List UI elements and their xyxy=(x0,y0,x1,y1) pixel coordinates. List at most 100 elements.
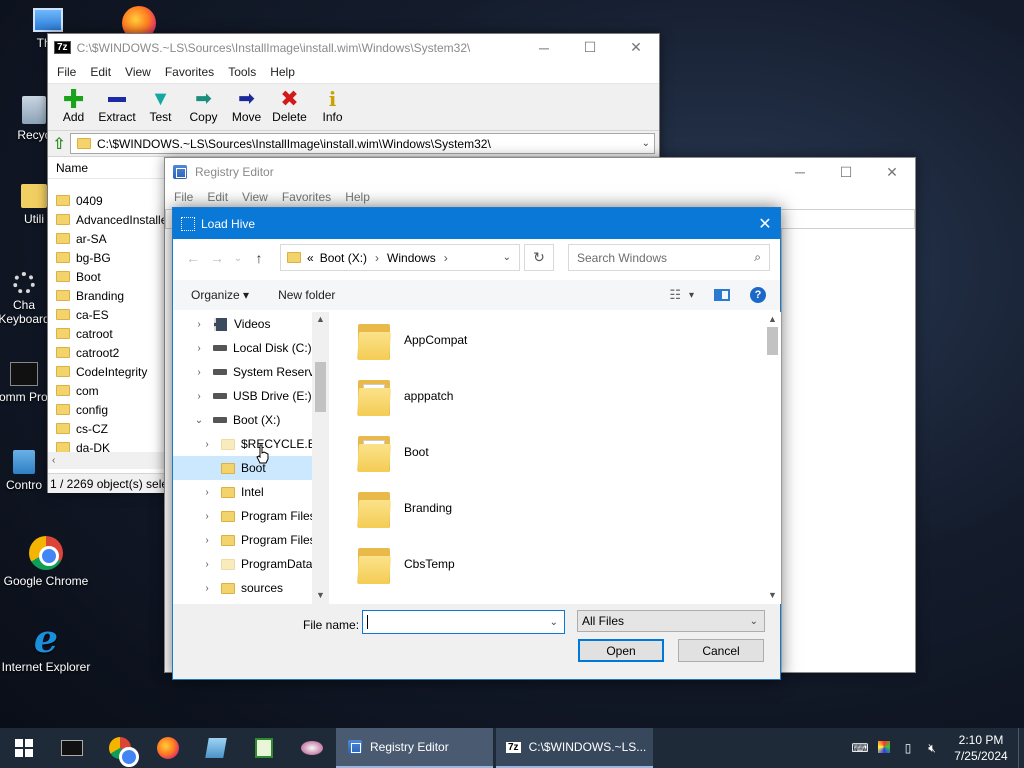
minimize-button[interactable]: ─ xyxy=(521,34,567,61)
chevron-down-icon[interactable]: ▾ xyxy=(689,290,694,301)
tree-item[interactable]: › System Reserved xyxy=(173,360,328,384)
list-item[interactable]: config xyxy=(48,400,165,419)
breadcrumb-separator-icon[interactable]: › xyxy=(444,251,448,265)
list-item[interactable]: cs-CZ xyxy=(48,419,165,438)
tree-item[interactable]: › Program Files xyxy=(173,504,328,528)
chevron-down-icon[interactable]: ⌄ xyxy=(503,252,511,263)
chevron-right-icon[interactable]: › xyxy=(191,319,207,330)
scroll-thumb[interactable] xyxy=(315,362,326,412)
file-type-select[interactable]: All Files ⌄ xyxy=(577,610,765,632)
list-item[interactable]: ca-ES xyxy=(48,305,165,324)
usb-icon[interactable]: ▯ xyxy=(896,741,920,755)
speaker-muted-icon[interactable]: 🔇︎ xyxy=(920,741,944,756)
up-arrow-icon[interactable]: ↑ xyxy=(247,250,271,266)
back-arrow-icon[interactable]: ← xyxy=(181,250,205,266)
chevron-down-icon[interactable]: ▼ xyxy=(312,590,329,600)
list-item[interactable]: CbsTemp xyxy=(348,536,768,592)
nav-scrollbar[interactable]: ▲ ▼ xyxy=(312,312,329,604)
copy-button[interactable]: ➡ Copy xyxy=(182,84,225,124)
regedit-titlebar[interactable]: Registry Editor ─ ☐ ✕ xyxy=(165,158,915,186)
taskbar-sevenzip[interactable]: 7z C:\$WINDOWS.~LS... xyxy=(496,728,653,768)
tree-item[interactable]: › Videos xyxy=(173,312,328,336)
add-button[interactable]: ✚ Add xyxy=(52,84,95,124)
color-display-icon[interactable] xyxy=(872,740,896,756)
taskbar-task-manager[interactable] xyxy=(240,728,288,768)
view-options-icon[interactable]: ☷ xyxy=(669,287,681,303)
menu-tools[interactable]: Tools xyxy=(221,65,263,79)
taskbar-registry-editor[interactable]: Registry Editor xyxy=(336,728,493,768)
up-folder-icon[interactable]: ⇧ xyxy=(48,134,70,154)
breadcrumb-overflow[interactable]: « xyxy=(307,251,314,265)
tree-item[interactable]: › Local Disk (C:) xyxy=(173,336,328,360)
menu-edit[interactable]: Edit xyxy=(83,65,118,79)
chevron-down-icon[interactable]: ⌄ xyxy=(550,617,558,628)
list-item[interactable]: com xyxy=(48,381,165,400)
breadcrumb[interactable]: « Boot (X:) › Windows › ⌄ xyxy=(280,244,520,271)
desktop-icon-internet-explorer[interactable]: e Internet Explorer xyxy=(0,620,92,675)
list-item[interactable]: Branding xyxy=(48,286,165,305)
breadcrumb-windows[interactable]: Windows xyxy=(387,251,436,265)
list-item[interactable]: catroot2 xyxy=(48,343,165,362)
chevron-right-icon[interactable]: › xyxy=(191,367,207,378)
list-item[interactable]: apppatch xyxy=(348,368,768,424)
menu-file[interactable]: File xyxy=(50,65,83,79)
test-button[interactable]: ▼ Test xyxy=(139,84,182,124)
chevron-up-icon[interactable]: ▲ xyxy=(764,314,781,324)
chevron-down-icon[interactable]: ▼ xyxy=(764,590,781,600)
menu-view[interactable]: View xyxy=(118,65,158,79)
sevenzip-titlebar[interactable]: 7z C:\$WINDOWS.~LS\Sources\InstallImage\… xyxy=(48,34,659,61)
new-folder-button[interactable]: New folder xyxy=(269,288,344,302)
tree-item[interactable]: Boot xyxy=(173,456,328,480)
scroll-thumb[interactable] xyxy=(767,327,778,355)
tree-item[interactable]: › ProgramData xyxy=(173,552,328,576)
menu-help[interactable]: Help xyxy=(338,190,377,204)
menu-help[interactable]: Help xyxy=(263,65,302,79)
list-item[interactable]: AdvancedInstallers xyxy=(48,210,165,229)
menu-favorites[interactable]: Favorites xyxy=(158,65,221,79)
menu-file[interactable]: File xyxy=(167,190,200,204)
chevron-right-icon[interactable]: › xyxy=(199,511,215,522)
dialog-titlebar[interactable]: Load Hive ✕ xyxy=(173,208,780,239)
horizontal-scrollbar[interactable]: ‹ xyxy=(48,452,165,469)
taskbar-disk-tool[interactable] xyxy=(288,728,336,768)
chevron-right-icon[interactable]: › xyxy=(191,343,207,354)
file-list-scrollbar[interactable]: ▲ ▼ xyxy=(764,312,781,604)
tree-item[interactable]: ⌄ Boot (X:) xyxy=(173,408,328,432)
delete-button[interactable]: ✖ Delete xyxy=(268,84,311,125)
info-button[interactable]: i Info xyxy=(311,84,354,124)
chevron-right-icon[interactable]: › xyxy=(191,391,207,402)
chevron-down-icon[interactable]: ⌄ xyxy=(191,415,207,426)
close-button[interactable]: ✕ xyxy=(750,214,780,234)
tree-item[interactable]: › $RECYCLE.BIN xyxy=(173,432,328,456)
cancel-button[interactable]: Cancel xyxy=(678,639,764,662)
list-item[interactable]: Boot xyxy=(348,424,768,480)
close-button[interactable]: ✕ xyxy=(869,159,915,186)
chevron-right-icon[interactable]: › xyxy=(199,487,215,498)
taskbar-command-prompt[interactable] xyxy=(48,728,96,768)
tree-item[interactable]: › USB Drive (E:) xyxy=(173,384,328,408)
close-button[interactable]: ✕ xyxy=(613,34,659,61)
breadcrumb-separator-icon[interactable]: › xyxy=(375,251,379,265)
preview-pane-icon[interactable] xyxy=(714,289,730,301)
tree-item[interactable]: › sources xyxy=(173,576,328,600)
maximize-button[interactable]: ☐ xyxy=(823,159,869,186)
recent-chevron-icon[interactable]: ⌄ xyxy=(229,253,247,264)
taskbar-chrome[interactable] xyxy=(96,728,144,768)
maximize-button[interactable]: ☐ xyxy=(567,34,613,61)
list-item[interactable]: AppCompat xyxy=(348,312,768,368)
list-item[interactable]: Boot xyxy=(48,267,165,286)
minimize-button[interactable]: ─ xyxy=(777,159,823,186)
forward-arrow-icon[interactable]: → xyxy=(205,250,229,266)
show-desktop-button[interactable] xyxy=(1018,728,1024,768)
list-item[interactable]: Branding xyxy=(348,480,768,536)
chevron-left-icon[interactable]: ‹ xyxy=(48,455,55,466)
menu-edit[interactable]: Edit xyxy=(200,190,235,204)
chevron-down-icon[interactable]: ⌄ xyxy=(642,138,650,149)
chevron-right-icon[interactable]: › xyxy=(199,439,215,450)
list-item[interactable]: 0409 xyxy=(48,191,165,210)
list-item[interactable]: bg-BG xyxy=(48,248,165,267)
breadcrumb-boot-drive[interactable]: Boot (X:) xyxy=(320,251,367,265)
tree-item[interactable]: › Program Files xyxy=(173,528,328,552)
list-item[interactable]: catroot xyxy=(48,324,165,343)
taskbar-firefox[interactable] xyxy=(144,728,192,768)
